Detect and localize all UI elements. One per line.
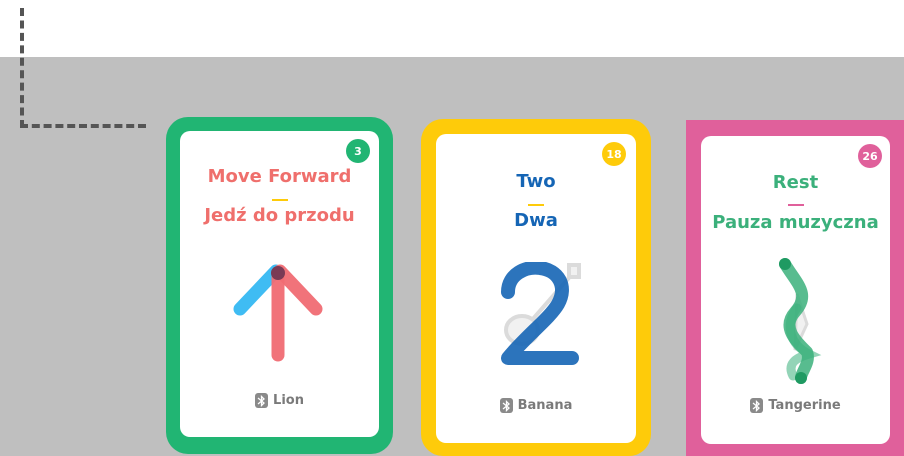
card-title-pl: Dwa	[514, 210, 558, 231]
card-face: 3 Move Forward Jedź do przodu Lion	[180, 131, 379, 437]
bluetooth-icon	[750, 398, 764, 413]
card-title-en: Rest	[772, 172, 819, 193]
card-number-badge: 26	[858, 144, 882, 168]
card-face: 18 Two Dwa Banana	[436, 134, 636, 443]
card-number-badge: 3	[346, 139, 370, 163]
quarter-rest-icon	[779, 258, 822, 384]
arrow-up-icon	[233, 264, 323, 362]
card-face: 26 Rest Pauza muzyczna Tangerine	[701, 136, 890, 444]
title-divider	[528, 204, 544, 206]
card-title-pl: Pauza muzyczna	[712, 212, 879, 233]
card-title-en: Two	[516, 171, 556, 192]
card-footer: Banana	[436, 398, 636, 413]
drop-guide-horizontal	[20, 124, 146, 128]
title-divider	[271, 199, 288, 201]
card-footer: Tangerine	[701, 398, 890, 413]
card-title-en: Move Forward	[207, 166, 352, 187]
card-footer-label: Tangerine	[768, 398, 841, 413]
card-rest[interactable]: 26 Rest Pauza muzyczna Tangerine	[686, 120, 904, 456]
card-two[interactable]: 18 Two Dwa Banana	[421, 119, 651, 456]
number-two-icon	[501, 262, 581, 365]
card-move-forward[interactable]: 3 Move Forward Jedź do przodu Lion	[166, 117, 393, 454]
card-number-badge: 18	[602, 142, 626, 166]
bluetooth-icon	[499, 398, 513, 413]
card-footer-label: Lion	[273, 393, 304, 408]
card-title-pl: Jedź do przodu	[204, 205, 355, 226]
bluetooth-icon	[255, 393, 269, 408]
card-footer-label: Banana	[517, 398, 573, 413]
title-divider	[787, 204, 804, 206]
drop-guide-vertical	[20, 8, 24, 128]
card-footer: Lion	[180, 393, 379, 408]
